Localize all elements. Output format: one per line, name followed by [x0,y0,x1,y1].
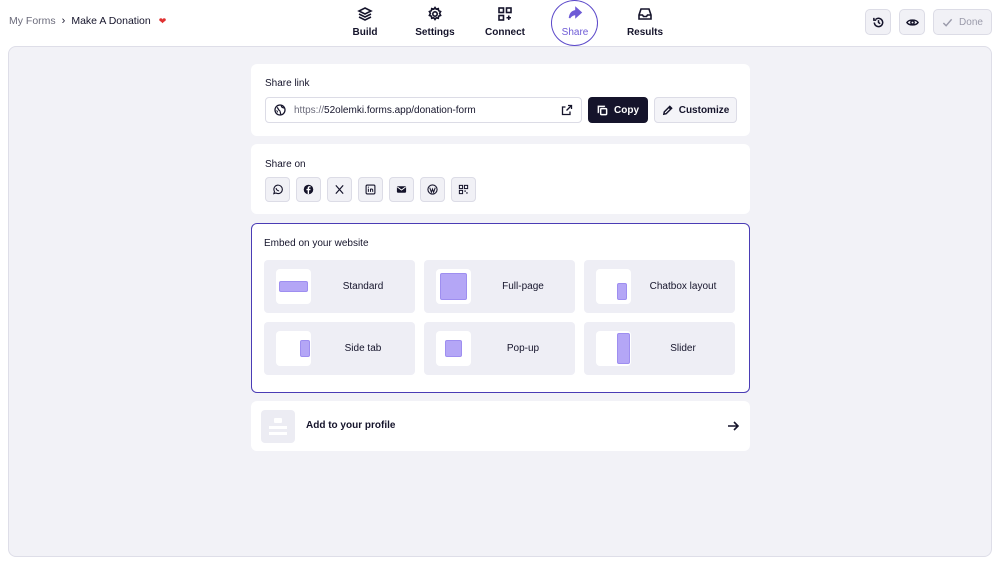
share-wordpress-button[interactable] [420,177,445,202]
toolbar-actions: Done [865,9,992,35]
embed-option-label: Slider [670,343,696,354]
done-label: Done [959,16,983,28]
embed-option-label: Full-page [502,281,544,292]
tab-connect-label: Connect [485,27,525,38]
preview-button[interactable] [899,9,925,35]
full-page-preview-icon [436,269,471,304]
embed-option-label: Chatbox layout [649,281,717,292]
share-email-button[interactable] [389,177,414,202]
copy-label: Copy [614,104,639,116]
embed-card: Embed on your website Standard Full-page… [251,223,750,393]
tab-results[interactable]: Results [610,0,680,46]
share-canvas: Share link https://52olemki.forms.app/do… [8,46,992,557]
url-path: 52olemki.forms.app/donation-form [324,104,476,116]
embed-option-label: Side tab [344,343,382,354]
share-link-card: Share link https://52olemki.forms.app/do… [251,64,750,136]
customize-button[interactable]: Customize [654,97,737,123]
tab-share[interactable]: Share [540,0,610,46]
chatbox-shape [617,283,627,300]
share-link-title: Share link [265,78,310,89]
share-qr-button[interactable] [451,177,476,202]
share-url-text: https://52olemki.forms.app/donation-form [294,105,553,116]
gear-icon [428,6,442,21]
tab-results-label: Results [626,27,664,38]
pop-up-shape [445,340,462,357]
embed-option-slider[interactable]: Slider [584,322,735,375]
pencil-icon [662,104,673,115]
profile-icon-bar [274,418,282,423]
check-icon [942,18,953,27]
tab-build[interactable]: Build [330,0,400,46]
copy-button[interactable]: Copy [588,97,648,123]
embed-option-chatbox[interactable]: Chatbox layout [584,260,735,313]
share-on-card: Share on [251,144,750,214]
customize-label: Customize [678,104,730,116]
tab-settings[interactable]: Settings [400,0,470,46]
tab-share-label: Share [561,27,589,38]
top-bar: My Forms › Make A Donation ❤ Build Setti… [0,0,1000,46]
embed-option-pop-up[interactable]: Pop-up [424,322,575,375]
share-on-title: Share on [265,159,306,170]
breadcrumb-my-forms[interactable]: My Forms [9,15,56,27]
add-to-profile-card[interactable]: Add to your profile [251,401,750,451]
share-facebook-button[interactable] [296,177,321,202]
inbox-icon [638,8,652,20]
embed-option-label: Standard [342,281,384,292]
qr-code-icon [458,184,469,195]
tab-connect[interactable]: Connect [470,0,540,46]
embed-options-grid: Standard Full-page Chatbox layout Side t… [264,260,735,375]
share-url-field[interactable]: https://52olemki.forms.app/donation-form [265,97,582,123]
copy-icon [597,105,608,115]
embed-option-full-page[interactable]: Full-page [424,260,575,313]
pop-up-preview-icon [436,331,471,366]
globe-icon [274,104,286,116]
share-x-button[interactable] [327,177,352,202]
email-icon [396,186,407,193]
wordpress-icon [427,184,438,195]
layers-icon [357,7,373,21]
profile-card-icon [261,410,295,443]
whatsapp-icon [273,184,283,195]
share-arrow-icon [568,6,583,19]
profile-icon-bar [269,426,287,429]
standard-preview-icon [276,269,311,304]
side-tab-preview-icon [276,331,311,366]
linkedin-icon [365,184,376,195]
main-nav: Build Settings Connect Share Results [330,0,680,46]
profile-icon-bar [269,432,287,435]
tab-settings-label: Settings [415,27,455,38]
done-button[interactable]: Done [933,9,992,35]
embed-option-label: Pop-up [506,343,540,354]
apps-plus-icon [498,7,512,21]
history-button[interactable] [865,9,891,35]
embed-option-standard[interactable]: Standard [264,260,415,313]
slider-shape [617,333,630,364]
share-linkedin-button[interactable] [358,177,383,202]
chatbox-preview-icon [596,269,631,304]
open-external-icon[interactable] [561,104,573,116]
eye-icon [905,18,919,26]
tab-build-label: Build [352,27,378,38]
standard-shape [279,281,308,292]
add-to-profile-label: Add to your profile [306,420,396,431]
x-icon [335,184,344,195]
full-page-shape [440,273,467,300]
embed-option-side-tab[interactable]: Side tab [264,322,415,375]
breadcrumb-form-title: Make A Donation [71,15,151,27]
breadcrumb-separator: › [61,15,66,27]
facebook-icon [303,184,314,195]
slider-preview-icon [596,331,631,366]
social-buttons [265,177,476,202]
breadcrumb: My Forms › Make A Donation ❤ [9,15,166,27]
url-scheme: https:// [294,104,325,116]
arrow-right-icon [726,419,740,433]
share-whatsapp-button[interactable] [265,177,290,202]
history-icon [872,17,883,27]
heart-emoji: ❤ [158,15,167,26]
embed-title: Embed on your website [264,238,369,249]
side-tab-shape [300,340,310,357]
